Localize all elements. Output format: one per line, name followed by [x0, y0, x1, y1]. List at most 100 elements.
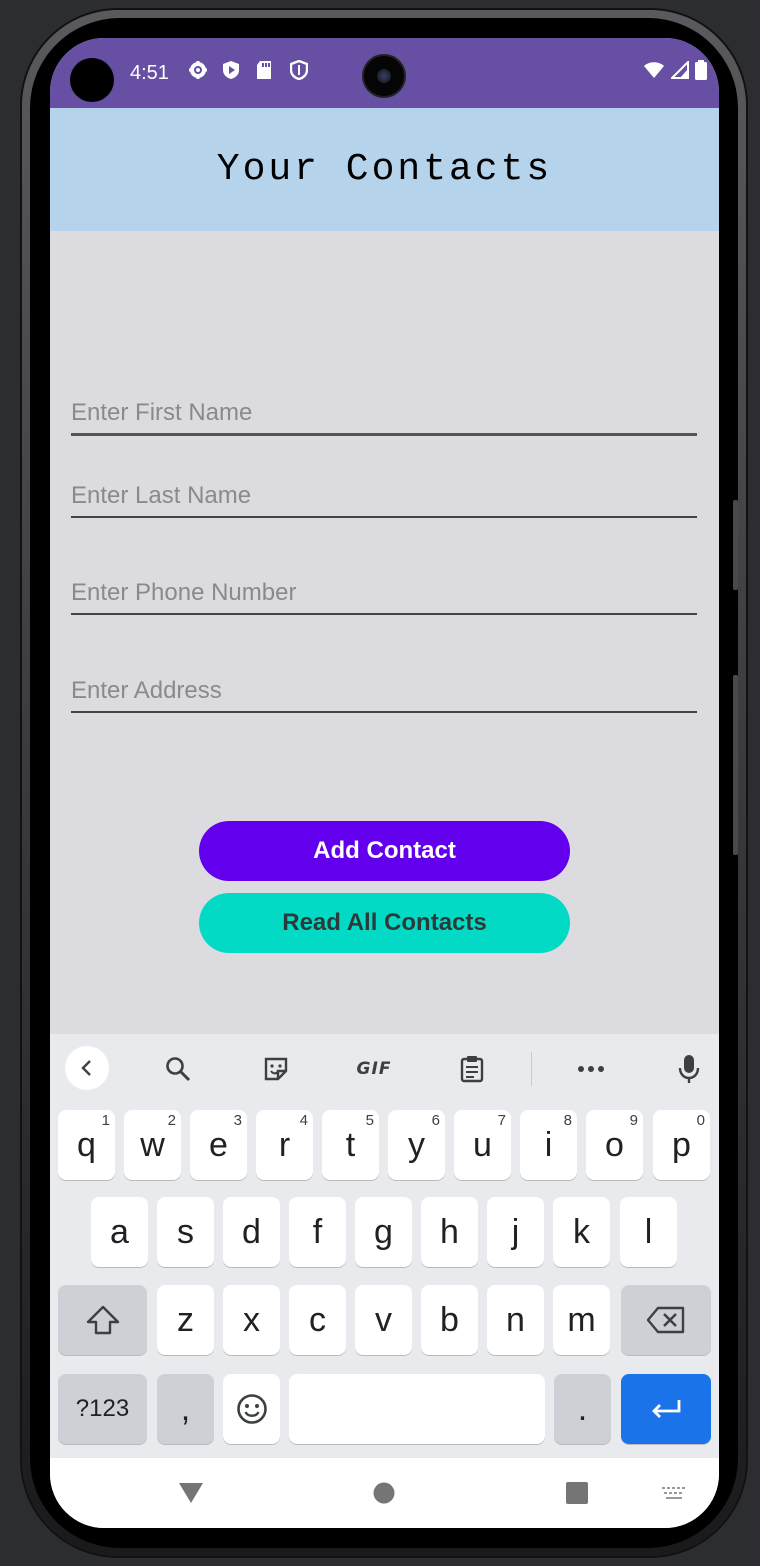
keyboard-collapse-button[interactable] — [65, 1046, 109, 1090]
sd-card-icon — [256, 60, 276, 82]
backspace-key[interactable] — [621, 1285, 711, 1355]
keyboard-sticker-button[interactable] — [261, 1054, 291, 1084]
key-x[interactable]: x — [223, 1285, 280, 1355]
camera-lens — [364, 56, 404, 96]
key-i[interactable]: i8 — [520, 1110, 577, 1180]
status-time: 4:51 — [130, 62, 169, 84]
phone-screen: 4:51 Your Contacts Enter First Name Ente… — [50, 38, 719, 1528]
key-u-label: u — [473, 1125, 492, 1164]
last-name-field[interactable] — [71, 482, 697, 518]
status-bar: 4:51 — [50, 38, 719, 108]
key-q[interactable]: q1 — [58, 1110, 115, 1180]
keyboard-more-button[interactable] — [576, 1054, 606, 1084]
key-q-label: q — [77, 1125, 96, 1164]
address-field[interactable] — [71, 677, 697, 713]
page-title: Your Contacts — [216, 148, 553, 191]
key-k[interactable]: k — [553, 1197, 610, 1267]
comma-key[interactable]: , — [157, 1374, 214, 1444]
shift-icon — [86, 1305, 119, 1335]
key-t[interactable]: t5 — [322, 1110, 379, 1180]
more-dots-icon — [578, 1066, 604, 1072]
emoji-key[interactable] — [223, 1374, 280, 1444]
battery-icon — [695, 60, 707, 85]
phone-number-field[interactable] — [71, 579, 697, 615]
enter-key[interactable] — [621, 1374, 711, 1444]
emoji-icon — [236, 1394, 267, 1424]
keyboard-icon — [662, 1487, 685, 1499]
key-f[interactable]: f — [289, 1197, 346, 1267]
key-o[interactable]: o9 — [586, 1110, 643, 1180]
microphone-icon — [678, 1055, 700, 1083]
key-e-hint: 3 — [233, 1112, 242, 1129]
shield-play-icon — [222, 60, 242, 82]
chevron-left-icon — [81, 1060, 91, 1076]
key-c[interactable]: c — [289, 1285, 346, 1355]
gear-icon — [188, 60, 208, 82]
address-input[interactable] — [71, 677, 697, 711]
back-nav-button[interactable] — [178, 1482, 204, 1509]
key-p-label: p — [672, 1125, 691, 1164]
shield-outline-icon — [289, 59, 310, 82]
key-e[interactable]: e3 — [190, 1110, 247, 1180]
keyboard-clipboard-button[interactable] — [457, 1054, 487, 1084]
power-button — [733, 675, 738, 855]
key-z[interactable]: z — [157, 1285, 214, 1355]
shift-key[interactable] — [58, 1285, 147, 1355]
phone-number-input[interactable] — [71, 579, 697, 613]
keyboard-search-button[interactable] — [163, 1054, 193, 1084]
keyboard-mic-button[interactable] — [674, 1054, 704, 1084]
app-bar: Your Contacts — [50, 108, 719, 231]
signal-icon — [669, 59, 689, 84]
key-m[interactable]: m — [553, 1285, 610, 1355]
key-i-hint: 8 — [563, 1112, 572, 1129]
key-r-label: r — [278, 1125, 291, 1164]
key-l[interactable]: l — [620, 1197, 677, 1267]
key-b[interactable]: b — [421, 1285, 478, 1355]
space-key[interactable] — [289, 1374, 545, 1444]
first-name-field[interactable] — [71, 399, 697, 436]
keyboard-switch-button[interactable] — [662, 1487, 688, 1506]
key-s[interactable]: s — [157, 1197, 214, 1267]
sticker-icon — [264, 1057, 288, 1081]
gif-label: GIF — [356, 1059, 392, 1079]
front-camera-cutout — [70, 58, 114, 102]
period-key[interactable]: . — [554, 1374, 611, 1444]
key-o-label: o — [605, 1125, 624, 1164]
home-nav-button[interactable] — [373, 1482, 395, 1509]
key-t-hint: 5 — [365, 1112, 374, 1129]
key-d[interactable]: d — [223, 1197, 280, 1267]
key-y[interactable]: y6 — [388, 1110, 445, 1180]
key-j[interactable]: j — [487, 1197, 544, 1267]
backspace-icon — [646, 1306, 685, 1334]
key-e-label: e — [209, 1125, 228, 1164]
back-triangle-icon — [179, 1483, 203, 1503]
key-a[interactable]: a — [91, 1197, 148, 1267]
key-i-label: i — [544, 1125, 553, 1164]
key-t-label: t — [345, 1125, 356, 1164]
search-icon — [166, 1057, 191, 1082]
keyboard-gif-button[interactable]: GIF — [354, 1054, 394, 1084]
keyboard-toolbar: GIF — [50, 1034, 719, 1104]
key-n[interactable]: n — [487, 1285, 544, 1355]
volume-button — [733, 500, 738, 590]
first-name-input[interactable] — [71, 399, 697, 433]
key-r-hint: 4 — [299, 1112, 308, 1129]
recents-nav-button[interactable] — [566, 1482, 588, 1509]
key-o-hint: 9 — [629, 1112, 638, 1129]
key-w-label: w — [140, 1125, 165, 1164]
key-w[interactable]: w2 — [124, 1110, 181, 1180]
key-g[interactable]: g — [355, 1197, 412, 1267]
toolbar-divider — [531, 1052, 532, 1086]
symbols-key[interactable]: ?123 — [58, 1374, 147, 1444]
read-all-contacts-button[interactable]: Read All Contacts — [199, 893, 570, 953]
key-y-label: y — [408, 1125, 425, 1164]
key-p-hint: 0 — [696, 1112, 705, 1129]
key-p[interactable]: p0 — [653, 1110, 710, 1180]
key-v[interactable]: v — [355, 1285, 412, 1355]
soft-keyboard: GIF q1 w2 e3 r4 t5 y6 u7 i8 o9 p0 a s d … — [50, 1034, 719, 1458]
add-contact-button[interactable]: Add Contact — [199, 821, 570, 881]
key-h[interactable]: h — [421, 1197, 478, 1267]
key-u[interactable]: u7 — [454, 1110, 511, 1180]
key-r[interactable]: r4 — [256, 1110, 313, 1180]
last-name-input[interactable] — [71, 482, 697, 516]
